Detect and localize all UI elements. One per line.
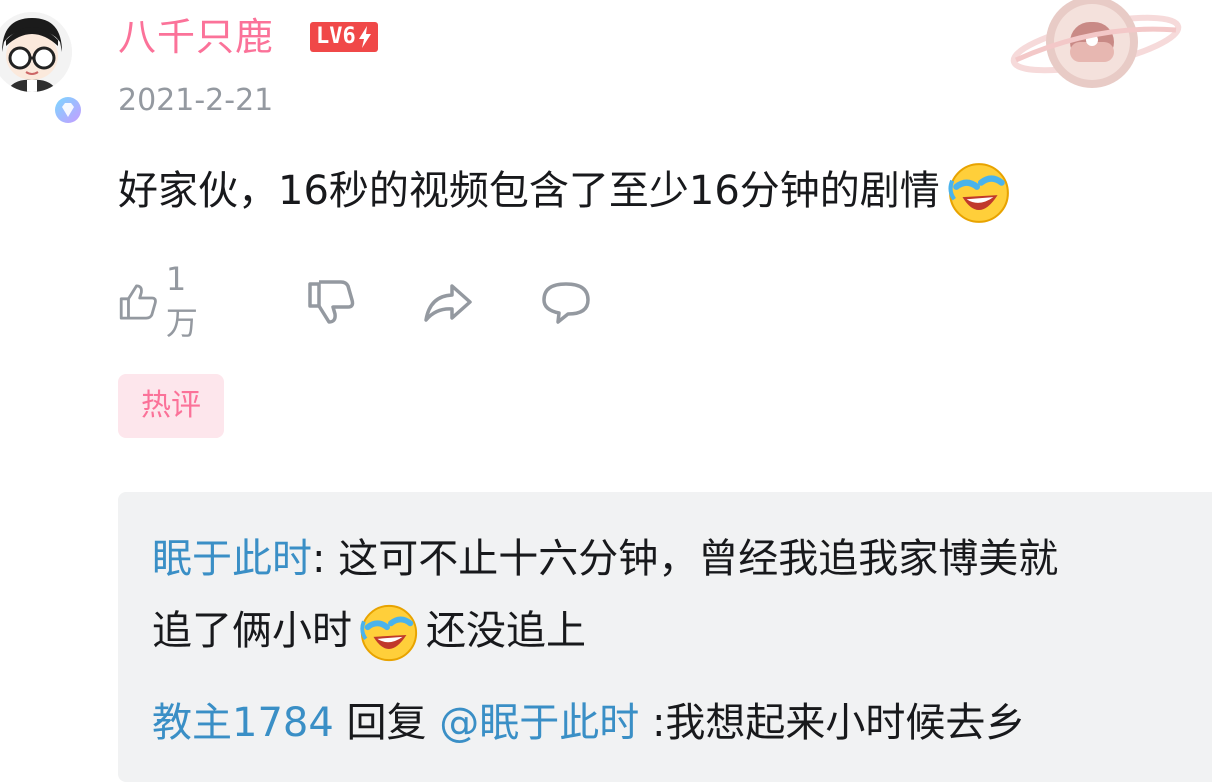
laughing-cry-emoji	[948, 163, 1009, 223]
comment-text-body: 好家伙，16秒的视频包含了至少16分钟的剧情	[118, 168, 940, 214]
comment-date: 2021-2-21	[118, 83, 274, 118]
reply-item[interactable]: 眠于此时: 这可不止十六分钟，曾经我追我家博美就	[152, 522, 1058, 596]
avatar-image	[0, 12, 72, 92]
thumb-down-icon	[308, 280, 355, 324]
verified-badge-icon	[52, 94, 84, 126]
share-icon	[424, 284, 472, 322]
reply-author[interactable]: 眠于此时	[152, 536, 312, 582]
dislike-button[interactable]	[306, 272, 358, 332]
laughing-cry-emoji	[360, 604, 418, 662]
reply-text: :我想起来小时候去乡	[639, 700, 1026, 746]
level-badge: LV6	[310, 22, 378, 52]
reply-item[interactable]: 教主1784 回复 @眠于此时 :我想起来小时候去乡	[152, 686, 1025, 760]
comment-text: 好家伙，16秒的视频包含了至少16分钟的剧情	[118, 160, 1012, 226]
thumb-up-icon	[119, 284, 157, 320]
reply-button[interactable]	[540, 272, 592, 332]
reply-word: 回复	[333, 700, 440, 746]
share-button[interactable]	[422, 272, 474, 332]
reply-comment-icon	[542, 282, 590, 324]
avatar[interactable]	[0, 12, 72, 92]
level-bolt-icon	[358, 26, 371, 48]
hot-comment-tag: 热评	[118, 374, 224, 438]
level-label: LV6	[316, 24, 356, 49]
replies-panel: 眠于此时: 这可不止十六分钟，曾经我追我家博美就 追了俩小时 还没追上 教主17…	[118, 492, 1212, 782]
reply-mention[interactable]: @眠于此时	[439, 700, 639, 746]
pendant-planet-icon	[1010, 0, 1182, 88]
reply-text-line2-b: 还没追上	[426, 608, 586, 654]
like-button[interactable]: 1万	[118, 260, 208, 342]
reply-text-line2-a: 追了俩小时	[152, 608, 352, 654]
reply-author[interactable]: 教主1784	[152, 700, 334, 746]
reply-item-continued: 追了俩小时 还没追上	[152, 594, 586, 668]
reply-text-line1: : 这可不止十六分钟，曾经我追我家博美就	[312, 536, 1059, 582]
like-count: 1万	[165, 260, 198, 342]
comment-username[interactable]: 八千只鹿	[118, 14, 274, 60]
